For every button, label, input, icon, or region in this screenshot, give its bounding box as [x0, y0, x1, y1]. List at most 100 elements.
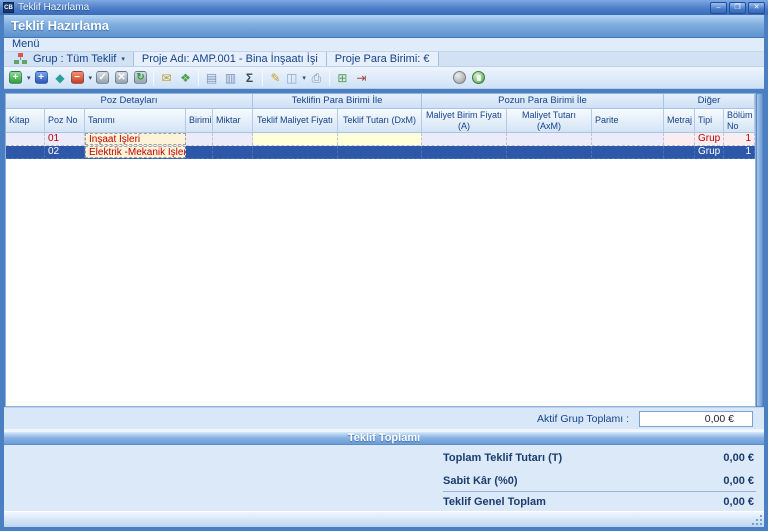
maximize-button[interactable]: ❐ [729, 2, 746, 14]
outline-view-button[interactable]: ▥ [222, 69, 239, 87]
col-header-kitap[interactable]: Kitap [6, 109, 45, 133]
col-header-teklif-maliyet-fiyati[interactable]: Teklif Maliyet Fiyatı [253, 109, 338, 133]
project-name-label: Proje Adı: AMP.001 - Bina İnşaatı İşi [142, 53, 318, 65]
exit-door-icon: ⇥ [356, 71, 366, 85]
app-window: CB Teklif Hazırlama – ❐ ✕ Teklif Hazırla… [0, 0, 768, 531]
sigma-icon: Σ [246, 71, 253, 85]
sum-button[interactable]: Σ [241, 69, 258, 87]
folder-export-icon: ◫ [286, 71, 297, 85]
info-bar: Grup : Tüm Teklif ▾ Proje Adı: AMP.001 -… [4, 52, 764, 67]
totals-divider [443, 491, 756, 492]
menu-item-menu[interactable]: Menü [4, 38, 48, 51]
cell-maliyet-tutari [507, 133, 592, 145]
toolbar-separator [329, 70, 330, 86]
check-icon: ✓ [96, 71, 109, 84]
cell-tipi: Grup [695, 133, 724, 145]
window-title: Teklif Hazırlama [18, 2, 89, 13]
outline-icon: ▥ [225, 71, 236, 85]
assign-button[interactable]: ❖ [177, 69, 194, 87]
cell-teklif-tutari [338, 146, 422, 158]
band-poz-detaylari: Poz Detayları [6, 94, 253, 109]
add-button[interactable]: + ▾ [9, 69, 31, 87]
refresh-button[interactable]: ↻ [132, 69, 149, 87]
add-child-icon: + [35, 71, 48, 84]
col-header-metraj[interactable]: Metraj [664, 109, 695, 133]
cell-maliyet-birim-fiyati [422, 146, 507, 158]
eraser-button[interactable]: ◆ [52, 69, 69, 87]
band-pozun-para-birimi: Pozun Para Birimi İle [422, 94, 664, 109]
chevron-down-icon: ▾ [27, 74, 31, 82]
exit-button[interactable]: ⇥ [353, 69, 370, 87]
total-offer-value: 0,00 € [723, 452, 754, 464]
tree-view-button[interactable]: ▤ [203, 69, 220, 87]
toolbar-separator [153, 70, 154, 86]
toolbar-separator [262, 70, 263, 86]
table-row-selected[interactable]: 02 Elektrik -Mekanik İşleri Grup 1 [6, 146, 755, 159]
apply-button[interactable]: ✓ [94, 69, 111, 87]
eraser-icon: ◆ [55, 71, 64, 85]
project-currency: Proje Para Birimi: € [327, 52, 439, 66]
grid-view-button[interactable]: ⊞ [334, 69, 351, 87]
documents-button[interactable]: ✉ [158, 69, 175, 87]
os-titlebar[interactable]: CB Teklif Hazırlama – ❐ ✕ [0, 0, 768, 15]
print-button[interactable]: ⎙ [308, 69, 325, 87]
grid-footer-bar: Aktif Grup Toplamı : [4, 407, 764, 429]
chevron-down-icon: ▾ [121, 55, 125, 63]
cell-metraj [664, 133, 695, 145]
col-header-maliyet-tutari[interactable]: Maliyet Tutarı (AxM) [507, 109, 592, 133]
cell-maliyet-tutari [507, 146, 592, 158]
refresh-icon: ↻ [134, 71, 147, 84]
grid-icon: ⊞ [337, 71, 347, 85]
add-child-button[interactable]: + [33, 69, 50, 87]
table-row[interactable]: 01 İnşaat İşleri Grup 1 [6, 133, 755, 146]
active-group-total-label: Aktif Grup Toplamı : [537, 413, 629, 425]
group-selector[interactable]: Grup : Tüm Teklif ▾ [4, 52, 134, 66]
cell-teklif-maliyet-fiyati [253, 133, 338, 145]
cell-metraj [664, 146, 695, 158]
cell-maliyet-birim-fiyati [422, 133, 507, 145]
cell-bolum-no: 1 [724, 146, 755, 158]
cell-tipi: Grup [695, 146, 724, 158]
app-logo-icon: CB [3, 2, 14, 13]
edit-metraj-button[interactable]: ✎ [267, 69, 284, 87]
total-offer-label: Toplam Teklif Tutarı (T) [443, 452, 562, 464]
cell-teklif-tutari [338, 133, 422, 145]
documents-icon: ✉ [162, 71, 172, 85]
chevron-down-icon: ▾ [302, 74, 306, 82]
col-header-birimi[interactable]: Birimi [186, 109, 213, 133]
resize-grip[interactable] [752, 515, 762, 525]
close-button[interactable]: ✕ [748, 2, 765, 14]
vertical-scrollbar[interactable] [756, 93, 763, 407]
group-tree-icon [14, 53, 27, 65]
status-bar [4, 511, 764, 527]
col-header-tanimi[interactable]: Tanımı [85, 109, 186, 133]
cell-kitap [6, 133, 45, 145]
active-group-total-input[interactable] [639, 411, 753, 427]
minimize-button[interactable]: – [710, 2, 727, 14]
delete-icon: − [71, 71, 84, 84]
grid-header-row: Kitap Poz No Tanımı Birimi Miktar Teklif… [6, 109, 755, 133]
group-selector-label: Grup : Tüm Teklif [33, 53, 116, 65]
col-header-bolum-no[interactable]: Bölüm No [724, 109, 755, 133]
col-header-teklif-tutari[interactable]: Teklif Tutarı (DxM) [338, 109, 422, 133]
project-name: Proje Adı: AMP.001 - Bina İnşaatı İşi [134, 52, 327, 66]
cell-tanimi: İnşaat İşleri [85, 133, 186, 145]
assign-icon: ❖ [180, 71, 191, 85]
nav-previous-button[interactable] [453, 71, 466, 84]
col-header-parite[interactable]: Parite [592, 109, 664, 133]
menu-bar: Menü [4, 38, 764, 52]
cell-parite [592, 146, 664, 158]
export-button[interactable]: ◫ ▾ [286, 69, 306, 87]
band-diger: Diğer [664, 94, 755, 109]
col-header-miktar[interactable]: Miktar [213, 109, 253, 133]
cross-icon: ✕ [115, 71, 128, 84]
delete-button[interactable]: − ▾ [71, 69, 93, 87]
col-header-maliyet-birim-fiyati[interactable]: Maliyet Birim Fiyatı (A) [422, 109, 507, 133]
chevron-down-icon: ▾ [89, 74, 93, 82]
col-header-poz-no[interactable]: Poz No [45, 109, 85, 133]
col-header-tipi[interactable]: Tipi [695, 109, 724, 133]
cell-parite [592, 133, 664, 145]
cancel-button[interactable]: ✕ [113, 69, 130, 87]
cell-miktar [213, 146, 253, 158]
nav-next-button[interactable] [472, 71, 485, 84]
